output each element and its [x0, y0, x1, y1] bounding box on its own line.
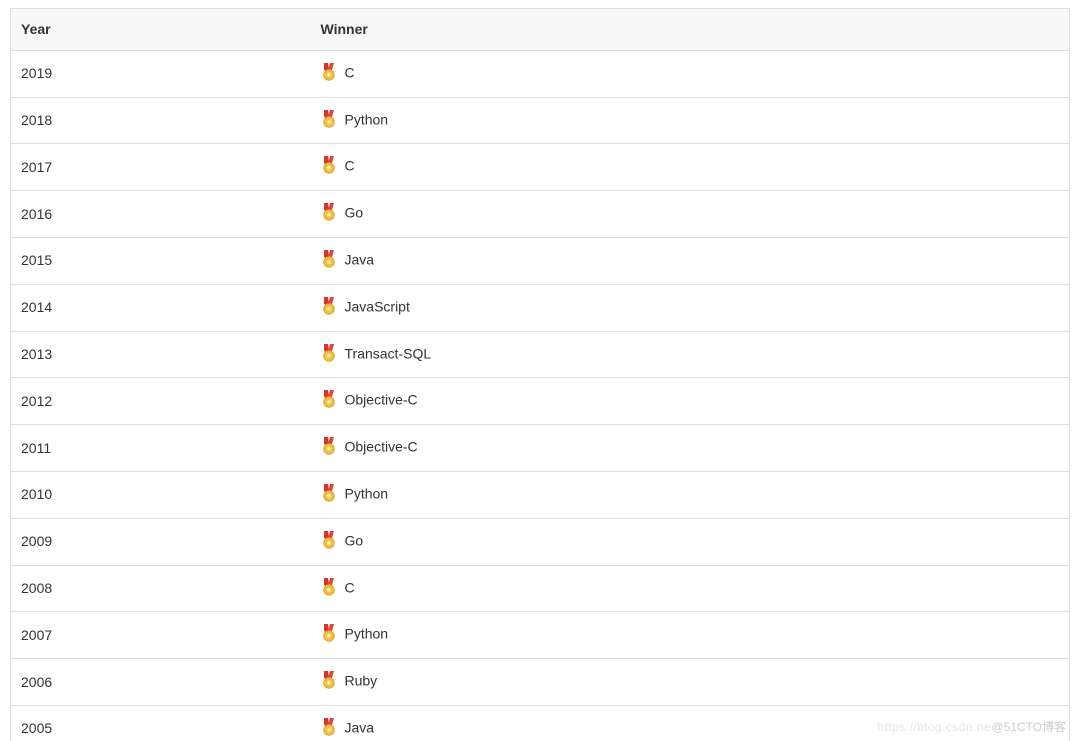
table-row: 2009 Go [11, 518, 1070, 565]
winner-name: Ruby [345, 673, 378, 689]
cell-winner: C [311, 50, 1070, 97]
table-row: 2016 Go [11, 191, 1070, 238]
cell-year: 2013 [11, 331, 311, 378]
medal-icon [321, 250, 337, 272]
table-row: 2007 Python [11, 612, 1070, 659]
table-row: 2008 C [11, 565, 1070, 612]
medal-icon [321, 390, 337, 412]
col-header-winner: Winner [311, 9, 1070, 51]
winners-table: Year Winner 2019C2018Python2017C2016Go20… [10, 8, 1070, 741]
table-row: 2017 C [11, 144, 1070, 191]
cell-year: 2012 [11, 378, 311, 425]
winner-name: JavaScript [345, 298, 410, 314]
medal-icon [321, 63, 337, 85]
table-row: 2012 Objective-C [11, 378, 1070, 425]
cell-winner: Objective-C [311, 425, 1070, 472]
table-row: 2005 Java [11, 705, 1070, 741]
cell-winner: C [311, 565, 1070, 612]
medal-icon [321, 484, 337, 506]
cell-year: 2007 [11, 612, 311, 659]
winner-name: Objective-C [345, 392, 418, 408]
cell-year: 2009 [11, 518, 311, 565]
cell-winner: JavaScript [311, 284, 1070, 331]
winner-name: Transact-SQL [345, 345, 432, 361]
medal-icon [321, 344, 337, 366]
cell-winner: Python [311, 97, 1070, 144]
cell-year: 2016 [11, 191, 311, 238]
table-row: 2019 C [11, 50, 1070, 97]
winner-name: C [345, 158, 355, 174]
cell-year: 2014 [11, 284, 311, 331]
cell-winner: Go [311, 191, 1070, 238]
cell-year: 2015 [11, 237, 311, 284]
cell-year: 2017 [11, 144, 311, 191]
medal-icon [321, 297, 337, 319]
table-row: 2018 Python [11, 97, 1070, 144]
col-header-year: Year [11, 9, 311, 51]
cell-winner: Transact-SQL [311, 331, 1070, 378]
medal-icon [321, 718, 337, 740]
medal-icon [321, 531, 337, 553]
medal-icon [321, 624, 337, 646]
cell-year: 2006 [11, 659, 311, 706]
medal-icon [321, 156, 337, 178]
table-row: 2013 Transact-SQL [11, 331, 1070, 378]
winner-name: C [345, 64, 355, 80]
winner-name: C [345, 579, 355, 595]
cell-year: 2019 [11, 50, 311, 97]
winner-name: Go [345, 205, 364, 221]
cell-winner: Java [311, 237, 1070, 284]
table-row: 2014 JavaScript [11, 284, 1070, 331]
medal-icon [321, 578, 337, 600]
winner-name: Java [345, 720, 375, 736]
winner-name: Python [345, 626, 389, 642]
cell-year: 2011 [11, 425, 311, 472]
cell-winner: Java [311, 705, 1070, 741]
cell-winner: Go [311, 518, 1070, 565]
medal-icon [321, 671, 337, 693]
winner-name: Objective-C [345, 439, 418, 455]
table-row: 2006 Ruby [11, 659, 1070, 706]
cell-year: 2010 [11, 471, 311, 518]
medal-icon [321, 437, 337, 459]
table-row: 2010 Python [11, 471, 1070, 518]
cell-winner: C [311, 144, 1070, 191]
winner-name: Python [345, 486, 389, 502]
winner-name: Java [345, 252, 375, 268]
medal-icon [321, 110, 337, 132]
cell-year: 2008 [11, 565, 311, 612]
medal-icon [321, 203, 337, 225]
cell-winner: Objective-C [311, 378, 1070, 425]
winner-name: Go [345, 532, 364, 548]
table-row: 2011 Objective-C [11, 425, 1070, 472]
cell-winner: Ruby [311, 659, 1070, 706]
cell-year: 2018 [11, 97, 311, 144]
cell-winner: Python [311, 612, 1070, 659]
cell-year: 2005 [11, 705, 311, 741]
table-row: 2015 Java [11, 237, 1070, 284]
cell-winner: Python [311, 471, 1070, 518]
winner-name: Python [345, 111, 389, 127]
